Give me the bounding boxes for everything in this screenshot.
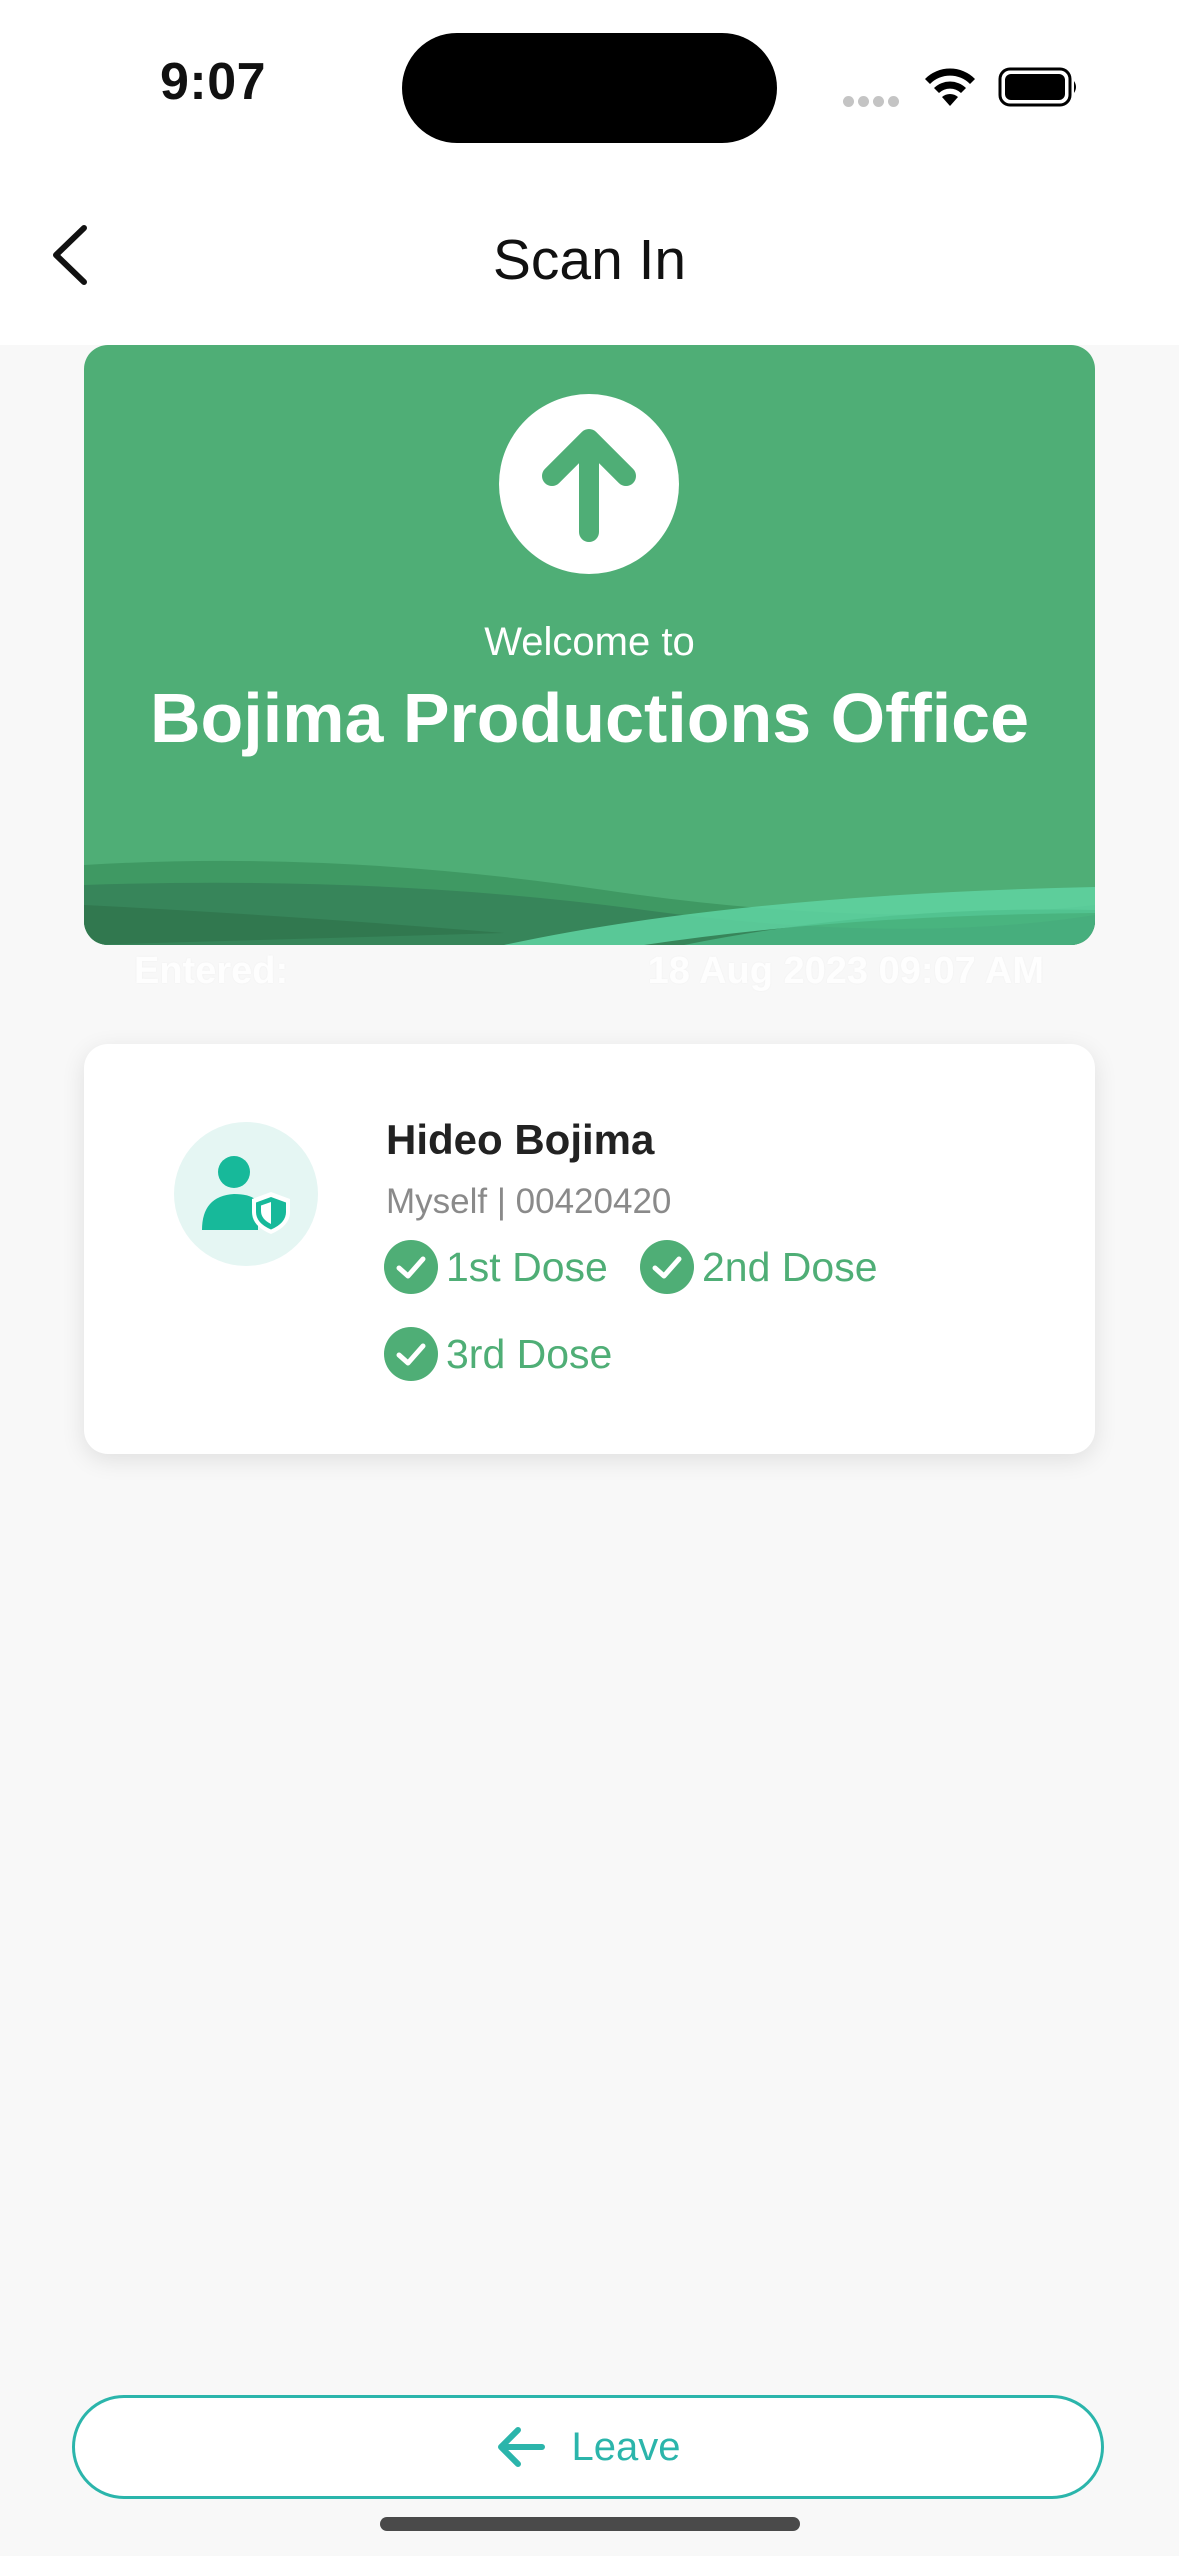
leave-label: Leave [571, 2424, 681, 2469]
status-time: 9:07 [160, 53, 267, 111]
leave-button[interactable]: Leave [72, 2395, 1104, 2499]
cellular-signal-icon [843, 94, 903, 112]
person-card: Hideo Bojima Myself | 00420420 1st Dose … [84, 1044, 1095, 1454]
arrow-up-icon [499, 394, 679, 574]
check-circle-icon [384, 1240, 438, 1294]
entered-timestamp: 18 Aug 2023 09:07 AM [647, 950, 1044, 992]
person-relation-id: Myself | 00420420 [386, 1182, 672, 1221]
dynamic-island [402, 33, 777, 143]
wifi-icon [922, 66, 978, 113]
wave-decoration [84, 860, 1095, 945]
dose-label: 3rd Dose [446, 1330, 613, 1377]
arrow-left-icon [496, 2425, 546, 2469]
dose-label: 2nd Dose [702, 1243, 878, 1290]
entered-row: Entered: 18 Aug 2023 09:07 AM [134, 950, 1044, 993]
entered-label: Entered: [134, 950, 289, 992]
home-indicator[interactable] [380, 2517, 800, 2531]
dose-badge: 3rd Dose [384, 1327, 612, 1381]
battery-icon [998, 66, 1080, 113]
office-name: Bojima Productions Office [150, 679, 1029, 757]
welcome-card: Welcome to Bojima Productions Office [84, 345, 1095, 945]
check-circle-icon [384, 1327, 438, 1381]
status-bar: 9:07 [0, 0, 1179, 175]
dose-badge: 2nd Dose [640, 1240, 878, 1294]
user-shield-icon [174, 1122, 318, 1266]
dose-badge: 1st Dose [384, 1240, 608, 1294]
navigation-bar: Scan In [0, 175, 1179, 345]
person-name: Hideo Bojima [386, 1116, 655, 1163]
welcome-label: Welcome to [484, 620, 695, 664]
check-circle-icon [640, 1240, 694, 1294]
dose-label: 1st Dose [446, 1243, 608, 1290]
page-title: Scan In [492, 228, 687, 292]
